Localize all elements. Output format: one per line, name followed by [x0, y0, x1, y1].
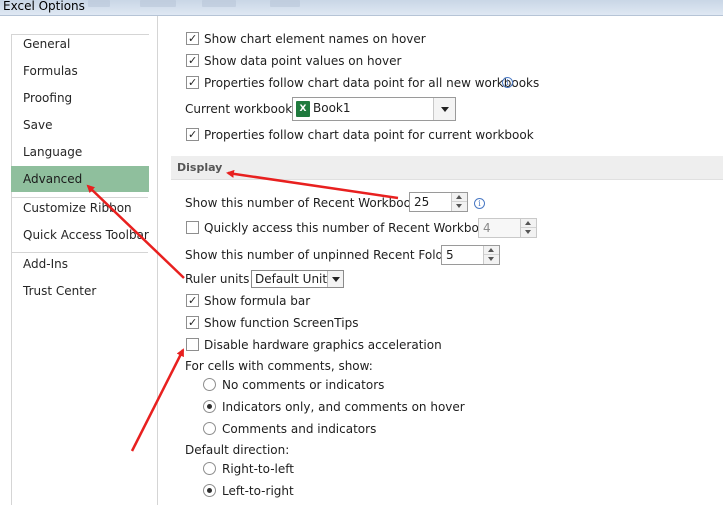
sidebar-item-language[interactable]: Language: [11, 139, 149, 165]
direction-ltr-label: Left-to-right: [222, 484, 294, 498]
info-icon[interactable]: i: [474, 198, 485, 209]
spinner-buttons: [451, 193, 467, 211]
spinner-up-icon[interactable]: [521, 219, 536, 228]
spinner-up-icon[interactable]: [452, 193, 467, 202]
sidebar-item-trust-center[interactable]: Trust Center: [11, 278, 149, 304]
sidebar-item-general[interactable]: General: [11, 31, 149, 57]
quick-access-spinner[interactable]: 4: [478, 218, 537, 238]
formula-bar-checkbox[interactable]: [186, 292, 199, 310]
recent-workbooks-value: 25: [414, 195, 430, 209]
comments-indicators-radio[interactable]: [203, 400, 216, 413]
sidebar-item-save[interactable]: Save: [11, 112, 149, 138]
current-workbook-label: Current workbook:: [185, 102, 297, 116]
hw-accel-checkbox[interactable]: [186, 338, 199, 351]
direction-ltr-radio[interactable]: [203, 484, 216, 497]
chevron-down-icon[interactable]: [433, 98, 455, 120]
ghost-tab: [88, 0, 110, 7]
comments-none-label: No comments or indicators: [222, 378, 385, 392]
info-icon[interactable]: i: [502, 77, 513, 88]
sidebar-item-add-ins[interactable]: Add-Ins: [11, 251, 149, 277]
display-section-header: Display: [171, 156, 723, 180]
ghost-tab: [202, 0, 236, 7]
follow-current-label: Properties follow chart data point for c…: [204, 128, 534, 142]
show-element-names-checkbox[interactable]: [186, 30, 199, 48]
comments-indicators-label: Indicators only, and comments on hover: [222, 400, 465, 414]
comments-all-label: Comments and indicators: [222, 422, 377, 436]
sidebar-item-proofing[interactable]: Proofing: [11, 85, 149, 111]
spinner-up-icon[interactable]: [484, 246, 499, 255]
sidebar-item-formulas[interactable]: Formulas: [11, 58, 149, 84]
ghost-tab: [270, 0, 300, 7]
excel-workbook-icon: X: [296, 101, 310, 117]
hw-accel-label: Disable hardware graphics acceleration: [204, 338, 442, 352]
ghost-tab: [140, 0, 176, 7]
recent-workbooks-label: Show this number of Recent Workbooks:: [185, 196, 429, 210]
sidebar-item-customize-ribbon[interactable]: Customize Ribbon: [11, 195, 149, 221]
unpinned-folders-spinner[interactable]: 5: [441, 245, 500, 265]
follow-all-new-label: Properties follow chart data point for a…: [204, 76, 540, 90]
quick-access-value: 4: [483, 221, 491, 235]
ruler-units-select[interactable]: Default Units: [251, 270, 344, 288]
recent-workbooks-spinner[interactable]: 25: [409, 192, 468, 212]
spinner-down-icon[interactable]: [521, 228, 536, 237]
sidebar: General Formulas Proofing Save Language …: [0, 16, 157, 505]
follow-all-new-checkbox[interactable]: [186, 74, 199, 92]
unpinned-folders-value: 5: [446, 248, 454, 262]
formula-bar-label: Show formula bar: [204, 294, 311, 308]
current-workbook-select[interactable]: X Book1: [292, 97, 456, 121]
direction-heading: Default direction:: [185, 443, 290, 457]
title-bar: Excel Options: [0, 0, 723, 16]
direction-rtl-radio[interactable]: [203, 462, 216, 475]
spinner-buttons: [520, 219, 536, 237]
unpinned-folders-label: Show this number of unpinned Recent Fold…: [185, 248, 466, 262]
spinner-down-icon[interactable]: [452, 202, 467, 211]
window-title: Excel Options: [3, 0, 85, 13]
sidebar-item-advanced[interactable]: Advanced: [11, 166, 149, 192]
ruler-units-label: Ruler units: [185, 272, 250, 286]
show-element-names-label: Show chart element names on hover: [204, 32, 426, 46]
sidebar-item-quick-access-toolbar[interactable]: Quick Access Toolbar: [11, 222, 149, 248]
comments-none-radio[interactable]: [203, 378, 216, 391]
show-point-values-label: Show data point values on hover: [204, 54, 402, 68]
comments-all-radio[interactable]: [203, 422, 216, 435]
follow-current-checkbox[interactable]: [186, 126, 199, 144]
screentips-label: Show function ScreenTips: [204, 316, 359, 330]
comments-heading: For cells with comments, show:: [185, 359, 373, 373]
screentips-checkbox[interactable]: [186, 314, 199, 332]
quick-access-checkbox[interactable]: [186, 221, 199, 234]
quick-access-label: Quickly access this number of Recent Wor…: [204, 221, 504, 235]
ruler-units-value: Default Units: [255, 272, 334, 286]
spinner-buttons: [483, 246, 499, 264]
current-workbook-value: Book1: [313, 101, 351, 115]
spinner-down-icon[interactable]: [484, 255, 499, 264]
direction-rtl-label: Right-to-left: [222, 462, 294, 476]
show-point-values-checkbox[interactable]: [186, 52, 199, 70]
options-content: Show chart element names on hover Show d…: [158, 16, 723, 505]
chevron-down-icon[interactable]: [327, 271, 343, 287]
